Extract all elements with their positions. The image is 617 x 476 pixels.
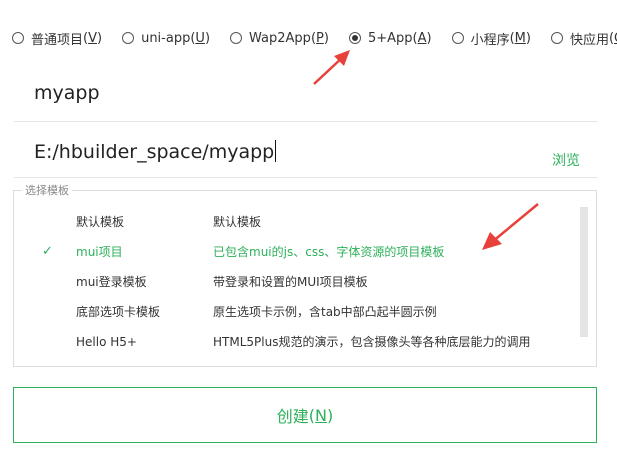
template-list-scrollbar[interactable]: [580, 207, 588, 337]
create-button-hotkey: N: [315, 405, 327, 425]
radio-hotkey: U: [195, 30, 205, 46]
radio-uni-app[interactable]: uni-app(U): [122, 31, 210, 46]
template-description: 带登录和设置的MUI项目模板: [213, 275, 368, 289]
template-name: 默认模板: [76, 215, 125, 229]
template-name: mui项目: [76, 245, 123, 259]
template-description: 原生选项卡示例，含tab中部凸起半圆示例: [213, 305, 437, 319]
browse-button[interactable]: 浏览: [552, 150, 580, 170]
radio-hotkey: P: [316, 30, 324, 46]
radio-checked-icon: [348, 32, 361, 44]
template-description: 默认模板: [213, 215, 262, 229]
radio-circle-icon: [451, 32, 464, 44]
template-name: 底部选项卡模板: [76, 305, 161, 319]
radio-label: 小程序: [470, 32, 510, 48]
radio-5plus-app[interactable]: 5+App(A): [348, 30, 432, 46]
radio-label: uni-app: [141, 30, 191, 46]
radio-wap2app[interactable]: Wap2App(P): [230, 31, 329, 46]
create-button-label: 创建: [276, 407, 309, 426]
check-icon: ✓: [42, 244, 53, 259]
annotation-arrow-icon: [482, 203, 539, 250]
radio-normal-project[interactable]: 普通项目(V): [12, 29, 102, 48]
radio-hotkey: A: [417, 30, 427, 46]
template-description: HTML5Plus规范的演示，包含摄像头等各种底层能力的调用: [213, 335, 531, 349]
radio-circle-icon: [550, 32, 563, 44]
template-group-label: 选择模板: [22, 184, 72, 197]
annotation-arrow-icon: [313, 50, 350, 85]
template-row[interactable]: 底部选项卡模板 原生选项卡示例，含tab中部凸起半圆示例: [14, 297, 574, 327]
create-button[interactable]: 创建(N): [13, 387, 597, 443]
radio-label: 5+App: [367, 30, 413, 46]
radio-label: Wap2App: [249, 30, 311, 46]
template-name: mui登录模板: [76, 275, 147, 289]
text-cursor: [275, 140, 277, 162]
radio-circle-icon: [122, 32, 135, 44]
template-name: Hello H5+: [76, 335, 137, 349]
template-row[interactable]: mui登录模板 带登录和设置的MUI项目模板: [14, 267, 574, 297]
project-name-value: myapp: [34, 82, 100, 104]
radio-quick-app[interactable]: 快应用(Q): [550, 29, 617, 48]
project-path-value: E:/hbuilder_space/myapp: [34, 141, 275, 163]
radio-circle-icon: [230, 32, 243, 44]
template-description: 已包含mui的js、css、字体资源的项目模板: [213, 245, 445, 259]
project-path-input[interactable]: E:/hbuilder_space/myapp 浏览: [14, 130, 598, 178]
radio-hotkey: V: [88, 30, 97, 46]
radio-circle-icon: [12, 32, 24, 44]
radio-mini-program[interactable]: 小程序(M): [451, 29, 531, 48]
template-row[interactable]: Hello H5+ HTML5Plus规范的演示，包含摄像头等各种底层能力的调用: [14, 327, 574, 357]
radio-label: 快应用: [569, 32, 609, 48]
radio-hotkey: M: [514, 30, 526, 46]
radio-label: 普通项目: [31, 32, 84, 48]
